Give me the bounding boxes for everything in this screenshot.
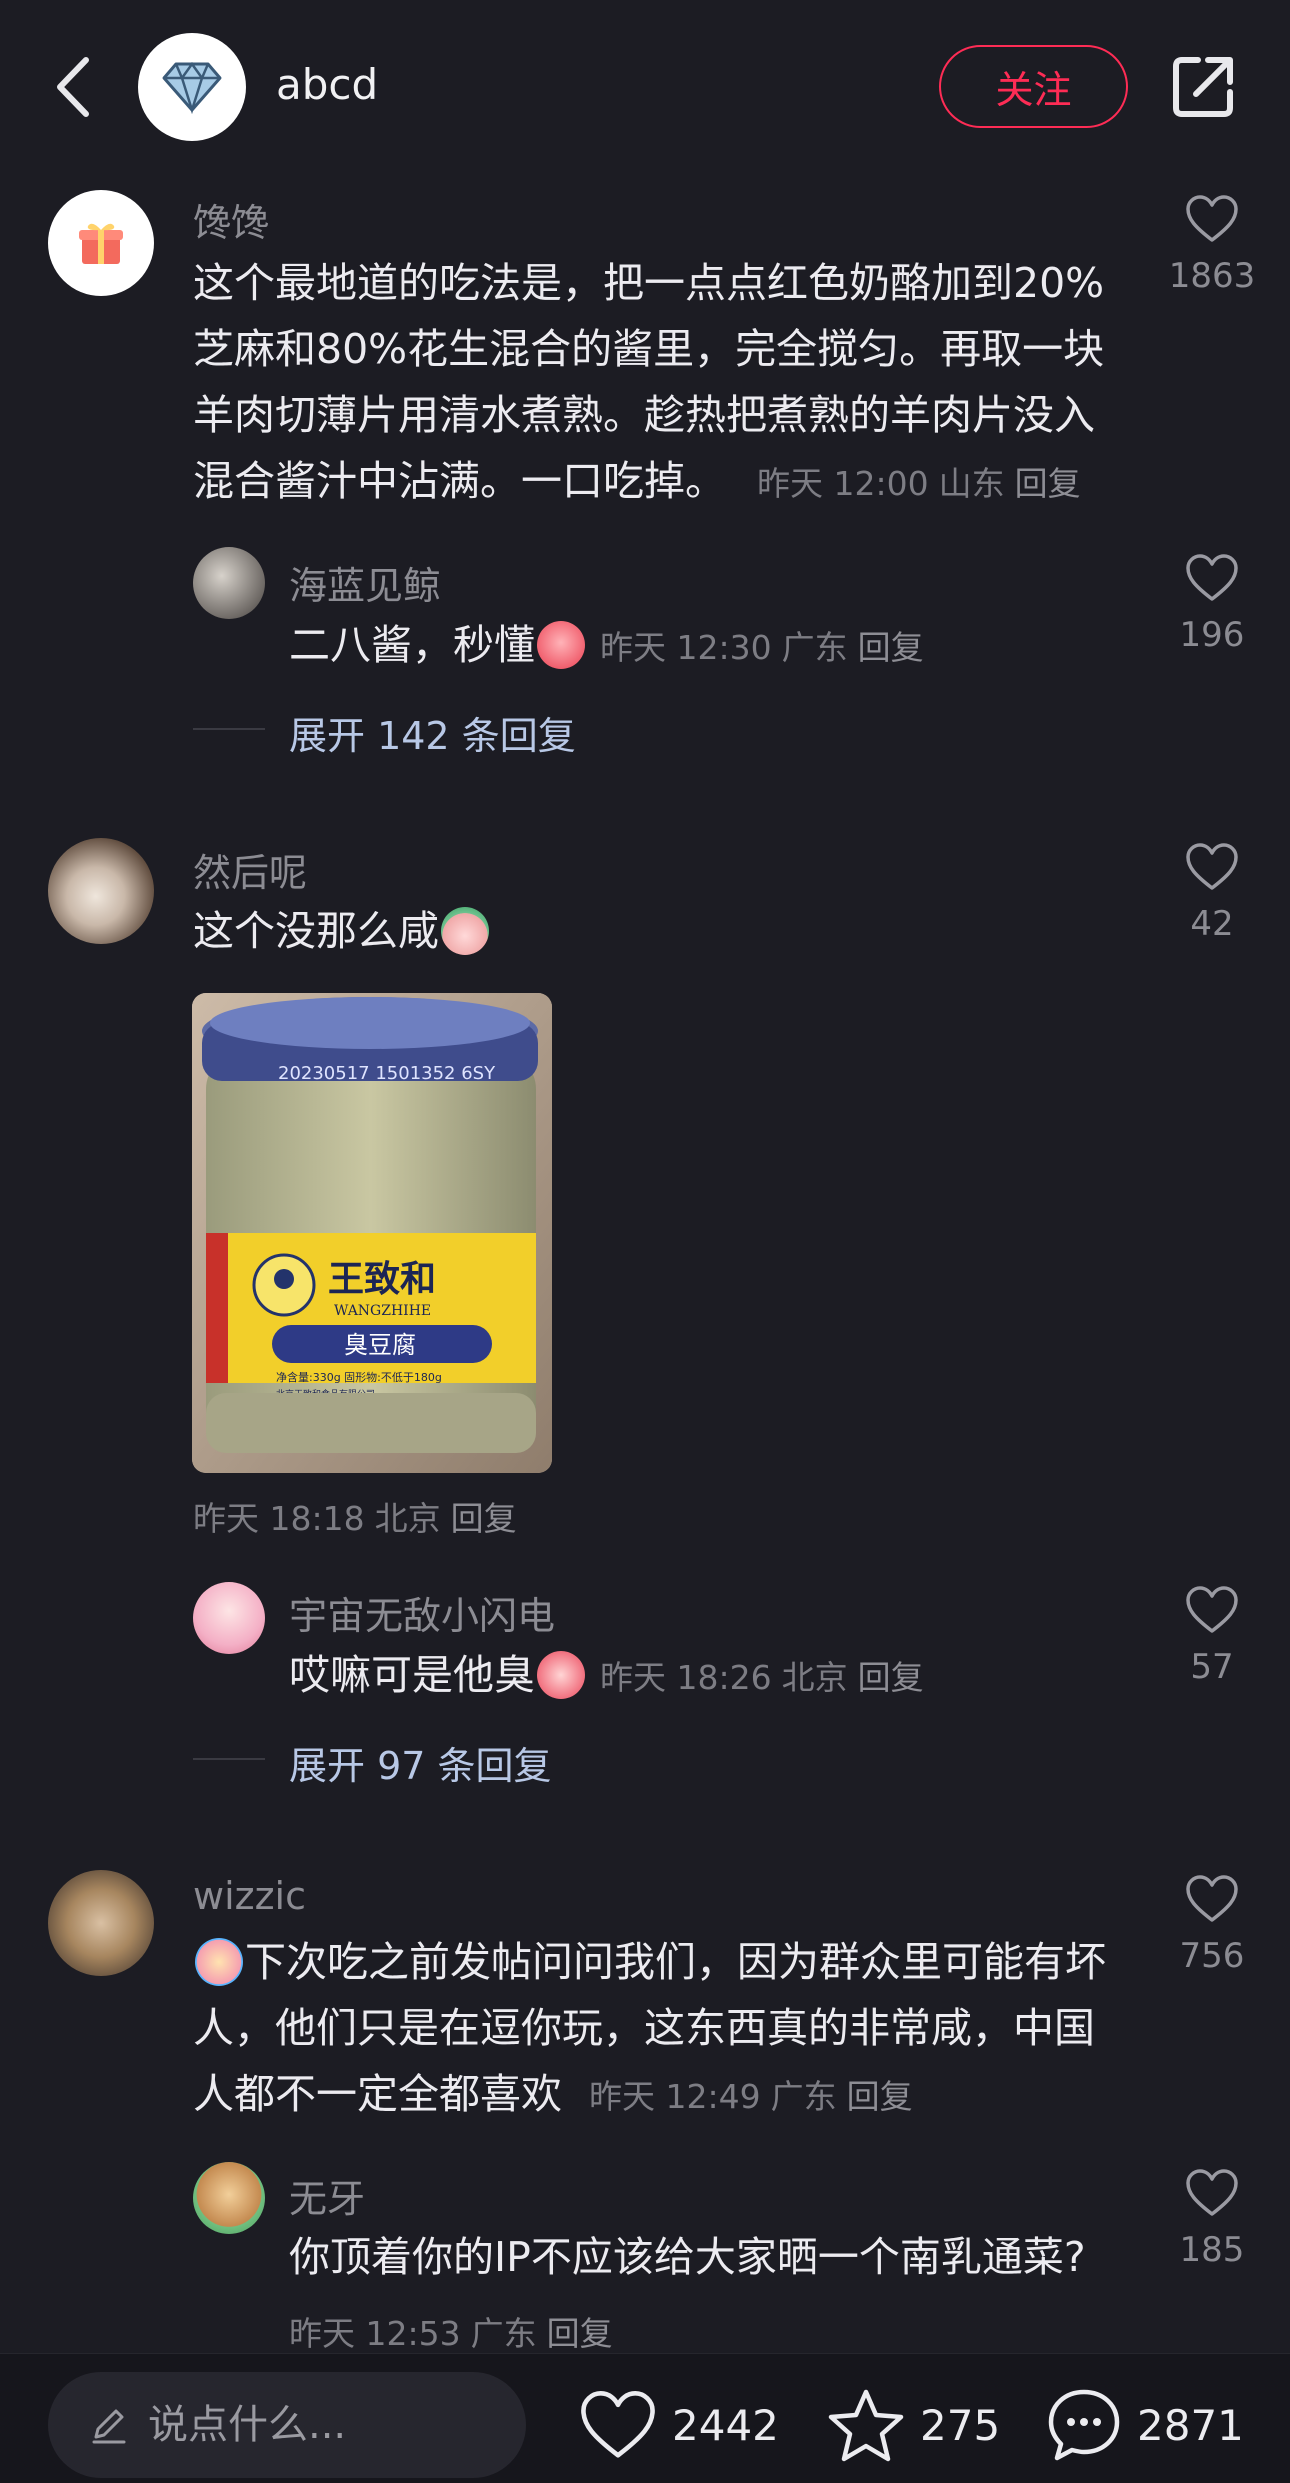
back-arrow-icon[interactable]: [48, 52, 98, 122]
avatar[interactable]: [193, 2162, 265, 2234]
comment-photo[interactable]: 20230517 1501352 6SY 王致和 WANGZHIHE 臭豆腐 净…: [192, 993, 552, 1473]
post-like-count: 2442: [672, 2400, 779, 2450]
reply-username[interactable]: 海蓝见鲸: [289, 555, 441, 610]
like-count: 57: [1190, 1647, 1234, 1687]
comment-meta: 昨天 12:49 广东 回复: [589, 2077, 913, 2116]
heart-icon: [1186, 1875, 1238, 1922]
reply-link[interactable]: 回复: [858, 1658, 924, 1697]
like-button[interactable]: 756: [1162, 1874, 1262, 1976]
reply-link[interactable]: 回复: [451, 1499, 517, 1538]
like-count: 196: [1179, 615, 1245, 655]
bottom-action-bar: 2442 275 2871: [0, 2353, 1290, 2483]
jar-image: 20230517 1501352 6SY 王致和 WANGZHIHE 臭豆腐 净…: [192, 993, 552, 1473]
pencil-icon: [92, 2409, 126, 2444]
emoji-icon: [537, 1651, 585, 1699]
author-name[interactable]: abcd: [276, 60, 378, 109]
reply-text: 你顶着你的IP不应该给大家晒一个南乳通菜?: [289, 2233, 1086, 2281]
like-button[interactable]: 42: [1162, 842, 1262, 944]
reply-username[interactable]: 宇宙无敌小闪电: [289, 1585, 555, 1640]
gift-icon: [79, 223, 123, 264]
emoji-icon: [195, 1938, 243, 1986]
like-button[interactable]: 196: [1162, 553, 1262, 655]
jar-product: 臭豆腐: [344, 1331, 416, 1359]
heart-icon: [1186, 2169, 1238, 2216]
like-count: 42: [1190, 904, 1234, 944]
top-bar: abcd 关注: [0, 0, 1290, 175]
expand-divider: [193, 728, 265, 730]
jar-brand: 王致和: [328, 1259, 436, 1300]
heart-icon: [581, 2391, 655, 2458]
jar-brand-en: WANGZHIHE: [334, 1303, 431, 1319]
author-avatar[interactable]: [138, 33, 246, 141]
expand-replies-link[interactable]: 展开 142 条回复: [289, 705, 576, 760]
reply-meta: 昨天 18:26 北京 回复: [600, 1658, 924, 1697]
emoji-icon: [537, 621, 585, 669]
like-post-button[interactable]: 2442: [578, 2372, 779, 2478]
avatar[interactable]: [193, 547, 265, 619]
comment-text: 下次吃之前发帖问问我们，因为群众里可能有坏 人，他们只是在逗你玩，这东西真的非常…: [193, 1938, 1106, 2118]
reply-link[interactable]: 回复: [547, 2314, 613, 2353]
like-count: 1863: [1168, 256, 1256, 296]
jar-net: 净含量:330g 固形物:不低于180g: [276, 1370, 442, 1384]
comment-username[interactable]: wizzic: [193, 1874, 306, 1918]
avatar[interactable]: [193, 1582, 265, 1654]
star-icon: [828, 2389, 904, 2462]
reply-link[interactable]: 回复: [847, 2077, 913, 2116]
emoji-icon: [441, 907, 489, 955]
heart-icon: [1186, 554, 1238, 601]
reply-link[interactable]: 回复: [1015, 464, 1081, 503]
like-count: 756: [1179, 1936, 1245, 1976]
heart-icon: [1186, 843, 1238, 890]
favorite-button[interactable]: 275: [826, 2372, 1000, 2478]
comment-count-button[interactable]: 2871: [1045, 2372, 1244, 2478]
reply-text: 二八酱，秒懂 昨天 12:30 广东 回复: [289, 612, 1149, 681]
comment-input[interactable]: [148, 2402, 478, 2448]
comment-username[interactable]: 馋馋: [193, 192, 269, 247]
comment-text: 这个没那么咸: [193, 898, 1153, 964]
comment-bubble-icon: [1048, 2389, 1120, 2461]
like-button[interactable]: 185: [1162, 2168, 1262, 2270]
like-count: 185: [1179, 2230, 1245, 2270]
heart-icon: [1186, 1586, 1238, 1633]
reply-username[interactable]: 无牙: [289, 2168, 365, 2223]
comment-meta: 昨天 18:18 北京 回复: [193, 1499, 517, 1538]
expand-divider: [193, 1758, 265, 1760]
expand-replies-link[interactable]: 展开 97 条回复: [289, 1735, 552, 1790]
follow-button[interactable]: 关注: [939, 45, 1128, 128]
reply-link[interactable]: 回复: [858, 628, 924, 667]
avatar[interactable]: [48, 1870, 154, 1976]
reply-meta: 昨天 12:53 广东 回复: [289, 2314, 613, 2353]
comment-text: 这个最地道的吃法是，把一点点红色奶酪加到20% 芝麻和80%花生混合的酱里，完全…: [193, 259, 1105, 505]
lid-print: 20230517 1501352 6SY: [278, 1063, 496, 1084]
comment-meta: 昨天 12:00 山东 回复: [757, 464, 1081, 503]
comment-username[interactable]: 然后呢: [193, 842, 307, 897]
avatar[interactable]: [48, 190, 154, 296]
avatar[interactable]: [48, 838, 154, 944]
share-icon[interactable]: [1168, 52, 1238, 122]
comment-count: 2871: [1137, 2400, 1244, 2450]
diamond-icon: [162, 61, 222, 114]
reply-text: 哎嘛可是他臭 昨天 18:26 北京 回复: [289, 1642, 1149, 1711]
comment-input-pill[interactable]: [48, 2372, 526, 2478]
heart-icon: [1186, 195, 1238, 242]
like-button[interactable]: 1863: [1162, 194, 1262, 296]
reply-meta: 昨天 12:30 广东 回复: [600, 628, 924, 667]
like-button[interactable]: 57: [1162, 1585, 1262, 1687]
favorite-count: 275: [920, 2400, 1001, 2450]
